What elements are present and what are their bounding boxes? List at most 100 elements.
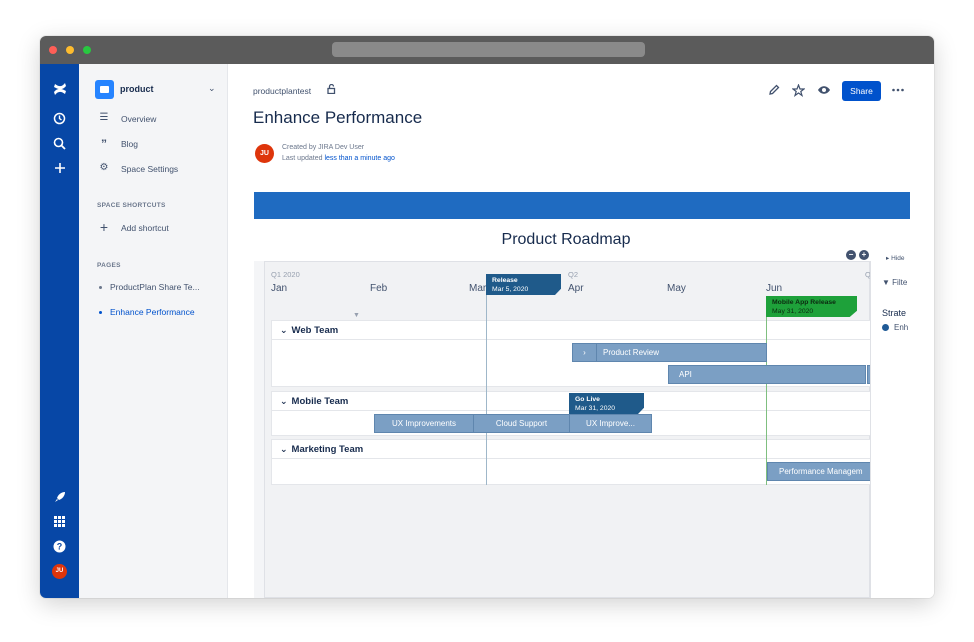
bullet-icon (99, 286, 102, 290)
zoom-in-icon[interactable]: + (859, 250, 869, 260)
bar-ux-improve[interactable]: UX Improve... (569, 414, 652, 433)
strategy-heading: Strate (882, 308, 907, 318)
bullet-icon (99, 311, 102, 315)
chevron-right-icon[interactable]: › (573, 344, 597, 361)
page-item-enhance-performance[interactable]: Enhance Performance (99, 307, 195, 317)
chevron-down-icon: ⌄ (280, 396, 288, 406)
more-actions-icon[interactable] (891, 84, 905, 98)
filter-button[interactable]: ▼ Filte (882, 278, 907, 287)
chevron-down-icon: ⌄ (280, 325, 288, 335)
space-shortcuts-heading: SPACE SHORTCUTS (97, 202, 166, 209)
maximize-window-button[interactable] (83, 46, 91, 54)
bar-product-review[interactable]: › Product Review (572, 343, 767, 362)
confluence-logo-icon[interactable] (40, 82, 79, 96)
milestone-release[interactable]: Release Mar 5, 2020 (486, 274, 561, 295)
breadcrumb[interactable]: productplantest (253, 86, 311, 96)
lane-name: Marketing Team (291, 444, 364, 455)
space-name: product (120, 84, 154, 94)
space-sidebar: product ⌄ ☰ Overview ” Blog ⚙ Space Sett… (79, 64, 228, 598)
milestone-date: Mar 31, 2020 (575, 405, 616, 412)
close-window-button[interactable] (49, 46, 57, 54)
caret-right-icon: ▸ (886, 255, 890, 262)
lane-header-marketing-team[interactable]: ⌄ Marketing Team (271, 439, 871, 459)
sidebar-item-space-settings[interactable]: ⚙ Space Settings (97, 162, 222, 178)
unlock-icon[interactable] (327, 83, 337, 96)
space-switcher[interactable]: product ⌄ (95, 80, 216, 100)
app-switcher-icon[interactable] (40, 516, 79, 527)
share-button[interactable]: Share (842, 81, 881, 101)
page-item-label: ProductPlan Share Te... (110, 282, 200, 292)
sidebar-item-label: Overview (121, 114, 157, 124)
month-label: Mar (469, 283, 487, 294)
bar-performance-management[interactable]: Performance Managem (767, 462, 873, 481)
create-plus-icon[interactable] (40, 162, 79, 174)
add-shortcut-button[interactable]: + Add shortcut (97, 220, 222, 237)
space-logo-icon (95, 80, 114, 99)
minimize-window-button[interactable] (66, 46, 74, 54)
month-label: Jan (271, 283, 288, 294)
milestone-date: May 31, 2020 (772, 308, 814, 315)
lane-name: Web Team (291, 325, 339, 336)
zoom-out-icon[interactable]: − (846, 250, 856, 260)
sidebar-item-label: Blog (121, 139, 139, 149)
svg-text:?: ? (57, 542, 63, 552)
last-updated-link[interactable]: less than a minute ago (324, 155, 394, 162)
legend-item[interactable]: Enh (882, 323, 908, 332)
milestone-date: Mar 5, 2020 (492, 286, 529, 293)
page-content: productplantest Enhance Performance Shar… (228, 64, 934, 598)
roadmap-embed: Product Roadmap − + Q1 2020 Q2 Q Jan Feb… (254, 192, 910, 598)
milestone-name: Go Live (575, 396, 600, 403)
filter-label: Filte (892, 278, 908, 287)
address-bar[interactable] (332, 42, 645, 57)
last-updated-label: Last updated (282, 155, 325, 162)
embed-banner (254, 192, 910, 219)
sidebar-item-overview[interactable]: ☰ Overview (97, 112, 222, 128)
page-item-label: Enhance Performance (110, 307, 195, 317)
quote-icon: ” (101, 137, 107, 151)
author-avatar[interactable]: JU (255, 144, 274, 163)
milestone-mobile-app-release[interactable]: Mobile App Release May 31, 2020 (766, 296, 857, 317)
title-bar (40, 36, 934, 64)
milestone-name: Release (492, 277, 518, 284)
bar-ux-improvements[interactable]: UX Improvements (374, 414, 474, 433)
bar-cloud-support[interactable]: Cloud Support (473, 414, 570, 433)
star-icon[interactable] (790, 83, 806, 98)
user-avatar[interactable]: JU (52, 564, 67, 579)
bar-label: UX Improvements (391, 419, 457, 428)
edit-pencil-icon[interactable] (767, 84, 781, 98)
bar-label: Product Review (603, 348, 660, 357)
add-shortcut-label: Add shortcut (121, 223, 169, 233)
pages-heading: PAGES (97, 262, 121, 269)
quarter-label: Q1 2020 (271, 270, 300, 279)
bar-api[interactable]: API (668, 365, 866, 384)
rocket-icon[interactable] (40, 491, 79, 503)
sidebar-item-blog[interactable]: ” Blog (97, 137, 222, 153)
lane-header-web-team[interactable]: ⌄ Web Team (271, 320, 871, 340)
created-by: Created by JIRA Dev User (282, 144, 365, 151)
global-navigation: ? JU (40, 64, 79, 598)
bar-label: Performance Managem (779, 467, 863, 476)
collapse-triangle-icon[interactable]: ▼ (353, 312, 360, 319)
page-item-productplan-share[interactable]: ProductPlan Share Te... (99, 282, 200, 292)
month-label: Feb (370, 283, 388, 294)
month-label: Apr (568, 283, 584, 294)
roadmap-timeline: Q1 2020 Q2 Q Jan Feb Mar Apr May Jun ▼ ⌄… (264, 261, 877, 598)
bar-label: UX Improve... (586, 419, 635, 428)
quarter-label: Q2 (568, 270, 579, 279)
lane-name: Mobile Team (291, 396, 349, 407)
watch-eye-icon[interactable] (817, 84, 831, 98)
last-updated: Last updated less than a minute ago (282, 155, 395, 162)
recent-history-icon[interactable] (40, 112, 79, 125)
page-title: Enhance Performance (253, 108, 423, 127)
chevron-down-icon: ⌄ (280, 444, 288, 454)
chevron-down-icon: ⌄ (208, 83, 216, 93)
hide-panel-toggle[interactable]: ▸ Hide (886, 254, 904, 262)
milestone-go-live[interactable]: Go Live Mar 31, 2020 (569, 393, 644, 414)
sidebar-item-label: Space Settings (121, 164, 179, 174)
browser-window: ? JU product ⌄ ☰ Overview ” Blog ⚙ Space… (40, 36, 934, 598)
legend-swatch (882, 324, 889, 331)
help-icon[interactable]: ? (40, 540, 79, 553)
milestone-name: Mobile App Release (772, 299, 836, 306)
bar-label: Cloud Support (495, 419, 548, 428)
search-icon[interactable] (40, 137, 79, 150)
